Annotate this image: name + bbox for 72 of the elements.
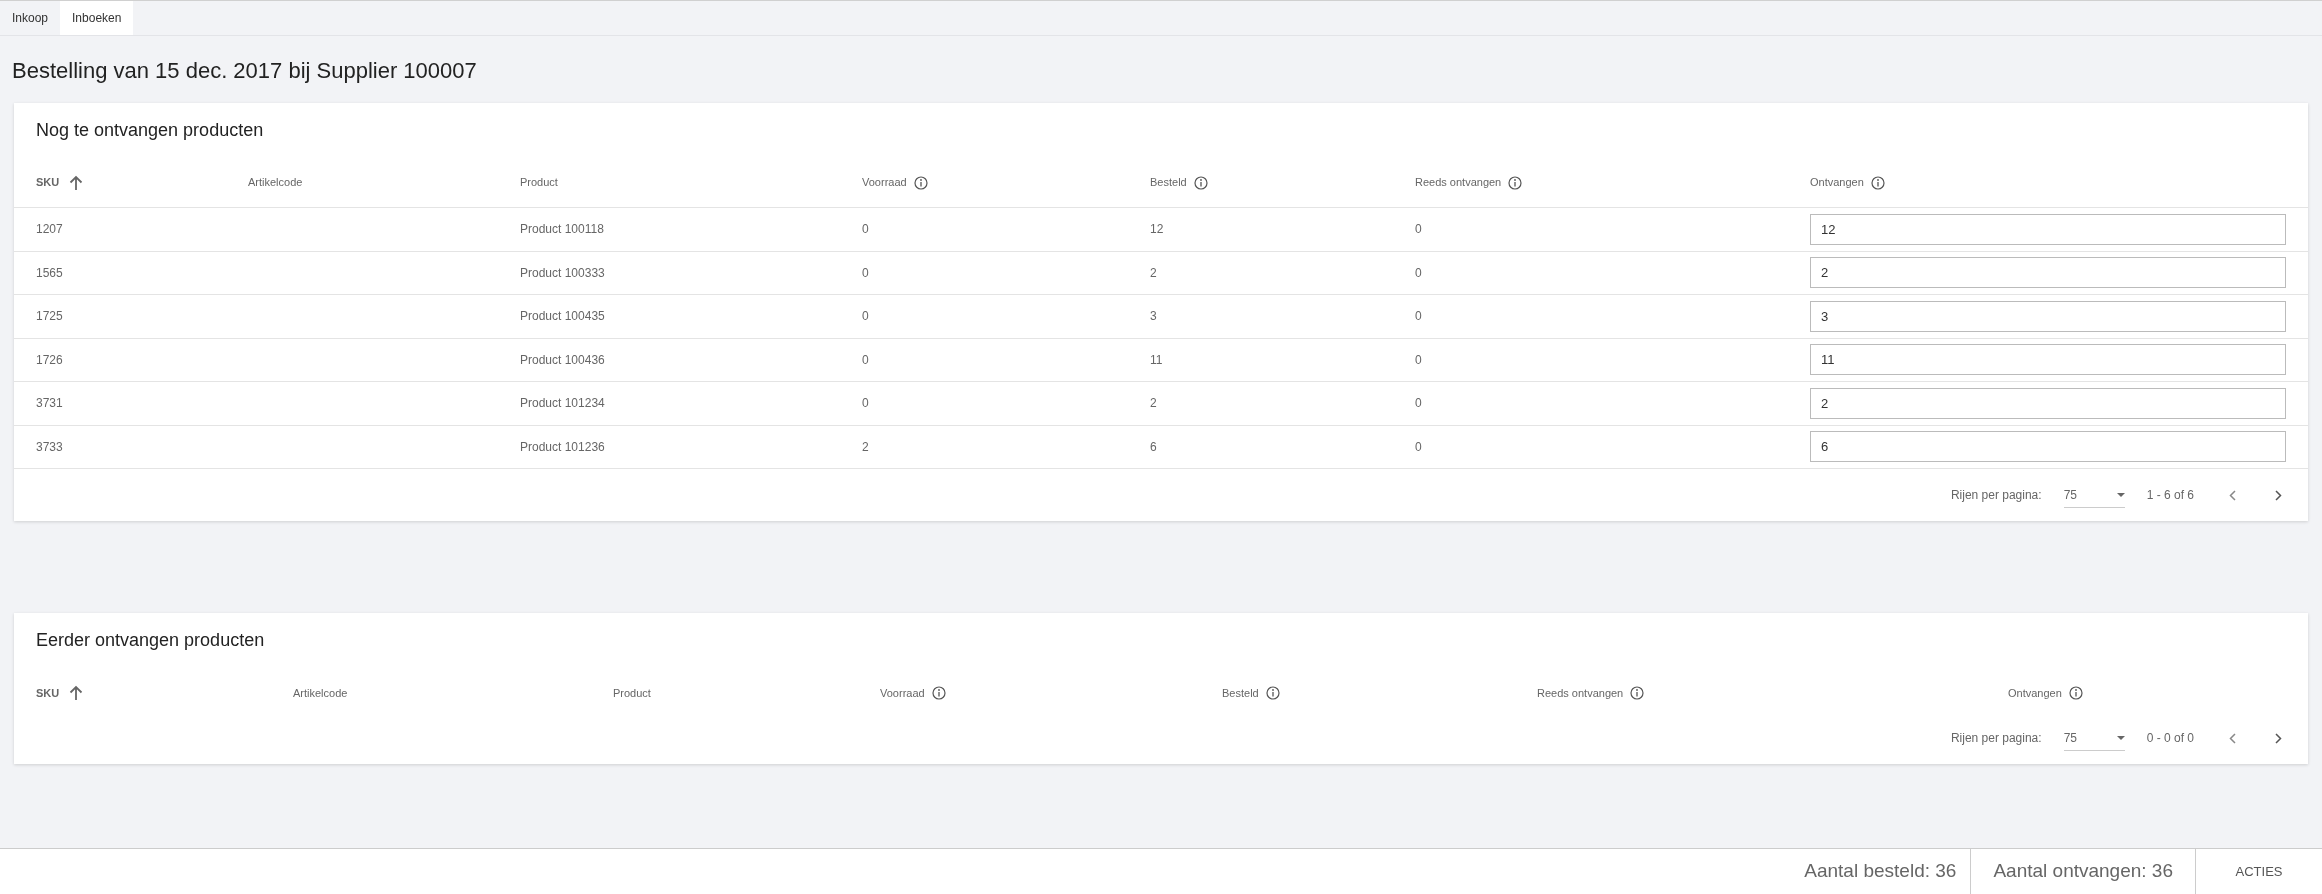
table-cell-text: 0 — [862, 395, 870, 413]
sort-arrow-icon[interactable] — [69, 685, 84, 701]
column-header[interactable]: Ontvangen — [2008, 684, 2062, 702]
table-cell-text: 0 — [862, 221, 870, 239]
column-header[interactable]: SKU — [36, 684, 60, 702]
table-cell-text: 1207 — [36, 221, 64, 239]
column-header[interactable]: Besteld — [1222, 684, 1259, 702]
quantity-input[interactable]: 2 — [1810, 387, 2286, 419]
table-cell-text: 3 — [1150, 308, 1158, 326]
table-cell-text: 3731 — [36, 395, 64, 413]
table-cell-text: 0 — [1415, 395, 1423, 413]
table-cell-text: 3733 — [36, 438, 64, 456]
sort-arrow-icon[interactable] — [69, 174, 84, 191]
table-cell-text: 6 — [1150, 438, 1158, 456]
dropdown-caret-icon — [2116, 735, 2125, 740]
table-cell-text: 0 — [1415, 308, 1423, 326]
column-header[interactable]: Product — [520, 174, 558, 191]
column-header[interactable]: Voorraad — [880, 684, 925, 702]
table-cell-text: 0 — [862, 264, 870, 282]
table-cell-text: 0 — [1415, 351, 1423, 369]
column-header[interactable]: Voorraad — [862, 174, 907, 191]
table-cell-text: 12 — [1150, 221, 1165, 239]
table-cell-text: Product 101234 — [520, 395, 606, 413]
column-header[interactable]: Besteld — [1150, 174, 1187, 191]
card-title: Eerder ontvangen producten — [35, 629, 266, 652]
table-cell-text: 2 — [1150, 395, 1158, 413]
table-cell-text: 1726 — [36, 351, 64, 369]
chevron-right-icon — [2274, 489, 2282, 501]
table-cell-text: 0 — [862, 351, 870, 369]
tab[interactable]: Inkoop — [0, 1, 61, 35]
column-header[interactable]: Reeds ontvangen — [1415, 174, 1502, 191]
table-cell-text: Product 100333 — [520, 264, 606, 282]
column-header[interactable]: Artikelcode — [248, 174, 303, 191]
chevron-left-icon — [2228, 732, 2236, 744]
table-cell-text: Product 101236 — [520, 438, 606, 456]
tab[interactable]: Inboeken — [60, 1, 134, 35]
received-total: Aantal ontvangen: 36 — [1971, 849, 2196, 894]
page-range: 1 - 6 of 6 — [2146, 487, 2194, 504]
column-header[interactable]: SKU — [36, 174, 60, 191]
chevron-left-icon — [2228, 489, 2236, 501]
rows-per-page-select[interactable]: 75 — [2063, 725, 2125, 751]
column-header[interactable]: Reeds ontvangen — [1537, 684, 1624, 702]
table-cell-text: 1565 — [36, 264, 64, 282]
rows-per-page-label: Rijen per pagina: — [1950, 730, 2042, 747]
quantity-input[interactable]: 12 — [1810, 213, 2286, 245]
table-cell-text: 2 — [862, 438, 870, 456]
table-cell-text: 1725 — [36, 308, 64, 326]
page-range: 0 - 0 of 0 — [2146, 730, 2194, 747]
chevron-right-icon — [2274, 732, 2282, 744]
quantity-input[interactable]: 2 — [1810, 257, 2286, 289]
table-cell-text: Product 100435 — [520, 308, 606, 326]
table-cell-text: 11 — [1150, 351, 1164, 369]
table-cell-text: 0 — [1415, 221, 1423, 239]
quantity-input[interactable]: 3 — [1810, 300, 2286, 332]
ordered-total: Aantal besteld: 36 — [1790, 849, 1972, 894]
card-title: Nog te ontvangen producten — [35, 119, 265, 142]
quantity-input[interactable]: 6 — [1810, 431, 2286, 463]
table-cell-text: Product 100436 — [520, 351, 606, 369]
quantity-input[interactable]: 11 — [1810, 344, 2286, 376]
actions-button[interactable]: ACTIES — [2196, 849, 2322, 894]
table-cell-text: 0 — [1415, 264, 1423, 282]
dropdown-caret-icon — [2116, 492, 2125, 497]
table-cell-text: Product 100118 — [520, 221, 605, 239]
page-title: Bestelling van 15 dec. 2017 bij Supplier 100007 — [11, 57, 478, 85]
rows-per-page-label: Rijen per pagina: — [1950, 487, 2042, 504]
table-cell-text: 2 — [1150, 264, 1158, 282]
table-cell-text: 0 — [862, 308, 870, 326]
column-header[interactable]: Ontvangen — [1810, 174, 1864, 191]
rows-per-page-select[interactable]: 75 — [2063, 482, 2125, 508]
table-cell-text: 0 — [1415, 438, 1423, 456]
column-header[interactable]: Artikelcode — [293, 684, 348, 702]
column-header[interactable]: Product — [613, 684, 651, 702]
